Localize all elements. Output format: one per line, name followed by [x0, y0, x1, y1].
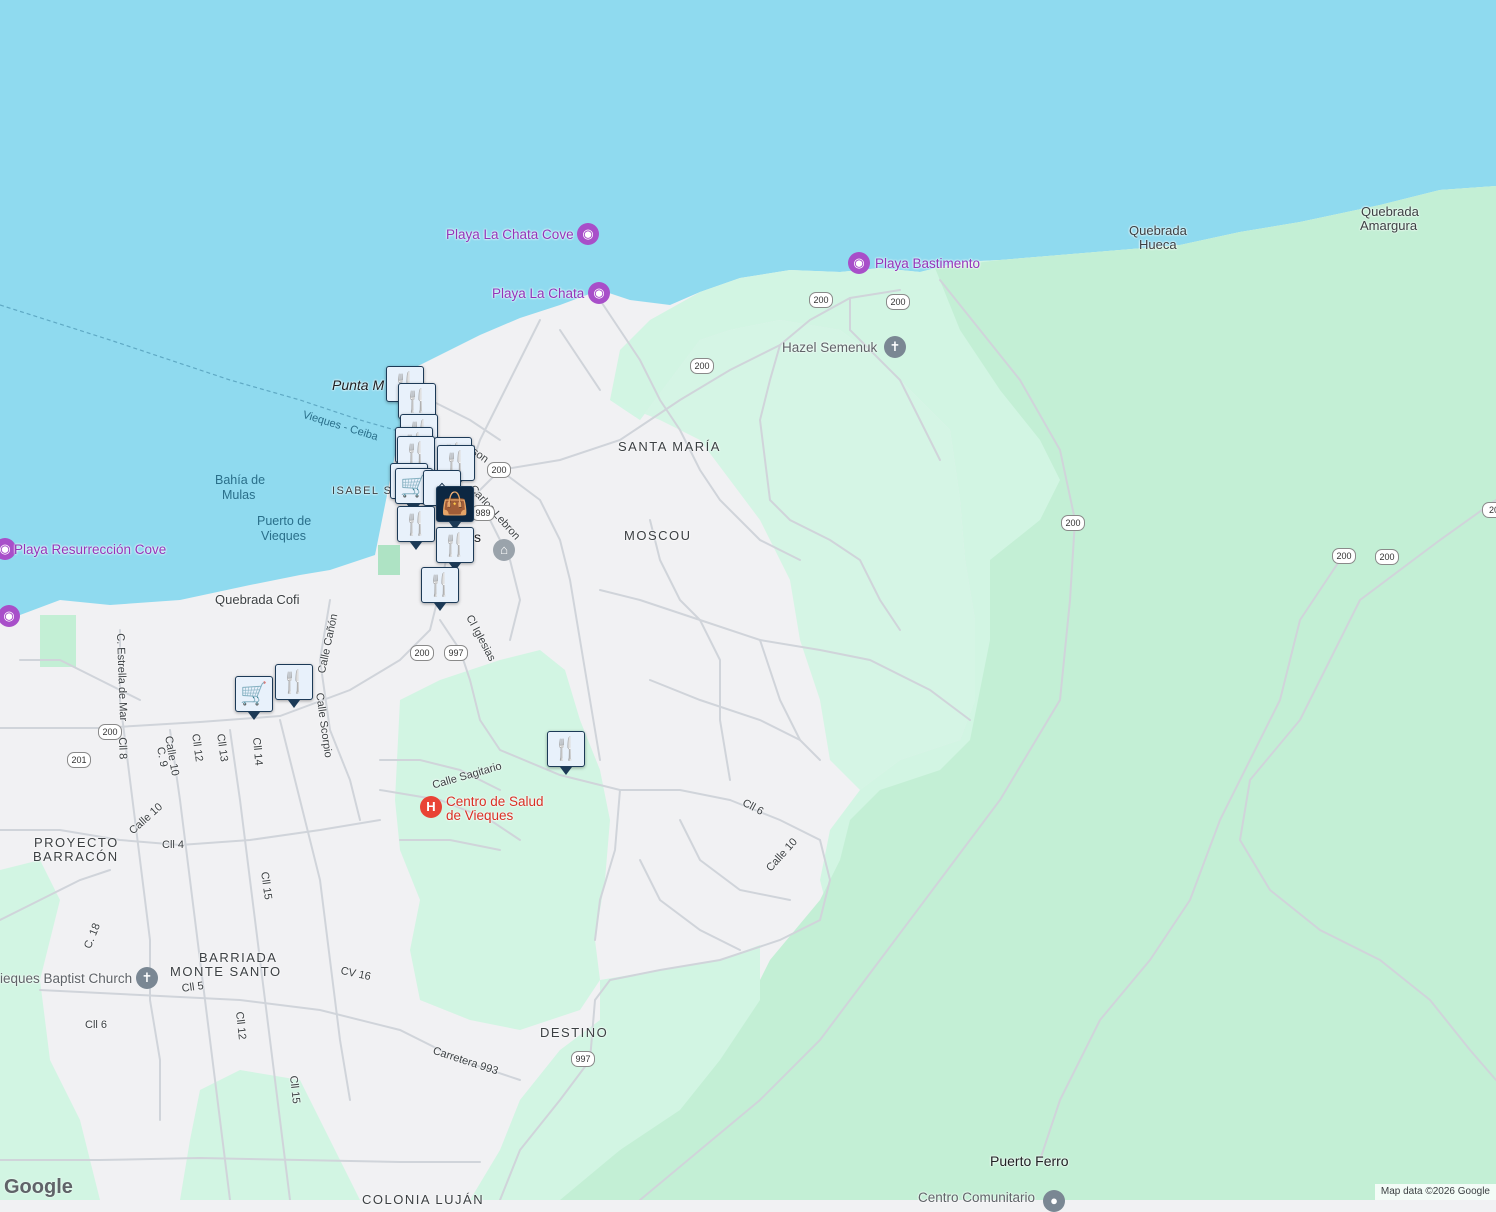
shopping-bag-marker[interactable]: 👜 [436, 486, 474, 530]
route-shield-997: 997 [571, 1051, 595, 1067]
route-shield-200: 200 [886, 294, 910, 310]
restaurant-marker[interactable]: 🍴 [275, 664, 313, 708]
shopping-cart-icon: 🛒 [240, 681, 268, 706]
restaurant-icon: 🍴 [426, 572, 454, 597]
shopping-bag-icon: 👜 [441, 491, 469, 516]
place-label-punta: Punta M [332, 377, 385, 393]
natural-label-quebrada-hueca-1: Quebrada [1129, 223, 1187, 238]
restaurant-icon: 🍴 [280, 669, 308, 694]
poi-playa-resurreccion-cove[interactable]: Playa Resurrección Cove [14, 542, 166, 557]
natural-label-quebrada-hueca-2: Hueca [1139, 237, 1177, 252]
area-label-monte-santo: MONTE SANTO [170, 964, 282, 979]
restaurant-icon: 🍴 [552, 736, 580, 761]
water-label-bahia-line1: Bahía de [215, 473, 266, 487]
route-shield-200: 200 [1061, 515, 1085, 531]
natural-label-quebrada-cofi: Quebrada Cofi [215, 592, 300, 607]
restaurant-icon: 🍴 [441, 532, 469, 557]
town-label-fragment: s [474, 529, 481, 545]
restaurant-marker[interactable]: 🍴 [436, 527, 474, 571]
street-label: Cll 14 [250, 737, 265, 767]
museum-icon[interactable]: ⌂ [493, 539, 515, 561]
poi-baptist-church[interactable]: ieques Baptist Church [0, 971, 132, 986]
restaurant-icon: 🍴 [403, 388, 431, 413]
area-label-barracon: BARRACÓN [33, 849, 119, 864]
route-shield-200: 200 [809, 292, 833, 308]
camera-icon[interactable]: ◉ [848, 252, 870, 274]
street-label: Cll 4 [162, 839, 185, 851]
landmark-icon[interactable]: ● [1043, 1190, 1065, 1212]
poi-playa-bastimento[interactable]: Playa Bastimento [875, 256, 980, 271]
park-plaza [378, 545, 400, 575]
poi-centro-de-salud-line2[interactable]: de Vieques [446, 809, 513, 823]
google-logo: Google [4, 1176, 73, 1198]
route-shield-989: 989 [471, 505, 495, 521]
poi-playa-la-chata[interactable]: Playa La Chata [492, 286, 584, 301]
poi-hazel-semenuk[interactable]: Hazel Semenuk [782, 340, 877, 355]
camera-icon[interactable]: ◉ [588, 282, 610, 304]
restaurant-marker[interactable]: 🍴 [397, 506, 435, 550]
natural-label-quebrada-amargura-2: Amargura [1360, 218, 1418, 233]
water-label-puerto-line2: Vieques [261, 529, 306, 543]
route-shield-200: 200 [1375, 549, 1399, 565]
street-label: Cll 8 [116, 737, 129, 760]
route-shield-200: 200 [98, 724, 122, 740]
restaurant-icon: 🍴 [402, 511, 430, 536]
place-label-centro-comunitario: Centro Comunitario [918, 1190, 1036, 1205]
area-label-santa-maria: SANTA MARÍA [618, 439, 721, 454]
water-label-puerto-line1: Puerto de [257, 514, 312, 528]
route-shield-201: 201 [67, 752, 91, 768]
area-label-barriada: BARRIADA [199, 950, 278, 965]
route-shield-200: 200 [410, 645, 434, 661]
route-shield-20: 20 [1482, 502, 1496, 518]
street-label: Cll 6 [85, 1019, 108, 1031]
route-shield-200: 200 [487, 462, 511, 478]
shopping-cart-marker[interactable]: 🛒 [235, 676, 273, 720]
route-shield-200: 200 [1332, 548, 1356, 564]
area-label-proyecto: PROYECTO [34, 835, 119, 850]
natural-label-quebrada-amargura-1: Quebrada [1361, 204, 1419, 219]
poi-centro-de-salud-line1[interactable]: Centro de Salud [446, 795, 544, 809]
area-label-moscou: MOSCOU [624, 528, 692, 543]
camera-icon[interactable]: ◉ [577, 223, 599, 245]
poi-playa-la-chata-cove[interactable]: Playa La Chata Cove [446, 227, 574, 242]
water-label-bahia-line2: Mulas [222, 488, 256, 502]
hospital-icon[interactable]: H [420, 796, 442, 818]
area-label-destino: DESTINO [540, 1025, 609, 1040]
church-icon[interactable]: ✝ [884, 336, 906, 358]
restaurant-marker[interactable]: 🍴 [547, 731, 585, 775]
route-shield-997: 997 [444, 645, 468, 661]
place-label-puerto-ferro: Puerto Ferro [990, 1153, 1069, 1169]
restaurant-marker[interactable]: 🍴 [421, 567, 459, 611]
church-icon[interactable]: ✝ [136, 967, 158, 989]
map-attribution[interactable]: Map data ©2026 Google [1374, 1184, 1496, 1200]
route-shield-200: 200 [690, 358, 714, 374]
